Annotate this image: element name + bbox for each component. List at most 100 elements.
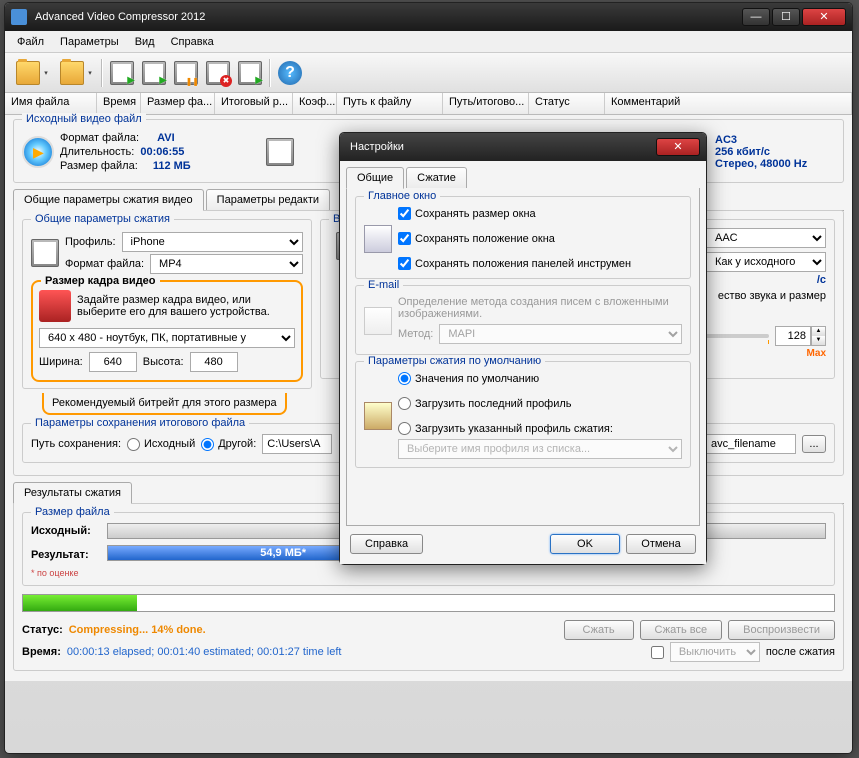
help-button[interactable]: ?: [275, 58, 305, 88]
video-stream-icon: [266, 138, 294, 166]
check-save-size[interactable]: Сохранять размер окна: [398, 207, 631, 220]
defaults-group: Параметры сжатия по умолчанию Значения п…: [355, 361, 691, 468]
col-final[interactable]: Итоговый р...: [215, 93, 293, 114]
col-path[interactable]: Путь к файлу: [337, 93, 443, 114]
main-titlebar[interactable]: Advanced Video Compressor 2012 — ☐ ✕: [5, 3, 852, 31]
modal-cancel-button[interactable]: Отмена: [626, 534, 696, 554]
radio-other[interactable]: Другой:: [201, 438, 256, 451]
profile-name-select: Выберите имя профиля из списка...: [398, 439, 682, 459]
audio-bitrate-input[interactable]: [775, 326, 811, 346]
toolbar-separator: [101, 59, 103, 87]
tab-edit[interactable]: Параметры редакти: [206, 189, 330, 210]
col-comment[interactable]: Комментарий: [605, 93, 852, 114]
app-title: Advanced Video Compressor 2012: [31, 11, 740, 23]
modal-titlebar[interactable]: Настройки ✕: [340, 133, 706, 161]
time-label: Время:: [22, 646, 61, 658]
output-suffix-input[interactable]: [706, 434, 796, 454]
general-params-group: Общие параметры сжатия Профиль: iPhone Ф…: [22, 219, 312, 389]
output-group-title: Параметры сохранения итогового файла: [31, 417, 249, 429]
modal-tab-general[interactable]: Общие: [346, 167, 404, 189]
col-ratio[interactable]: Коэф...: [293, 93, 337, 114]
audio-rate-select[interactable]: Как у исходного: [706, 252, 826, 272]
settings-dialog: Настройки ✕ Общие Сжатие Главное окно Со…: [339, 132, 707, 565]
frame-size-group: Размер кадра видео Задайте размер кадра …: [31, 280, 303, 382]
radio-source[interactable]: Исходный: [127, 438, 195, 451]
col-outpath[interactable]: Путь/итогово...: [443, 93, 529, 114]
modal-body: Общие Сжатие Главное окно Сохранять разм…: [340, 161, 706, 564]
open-file-button[interactable]: [11, 58, 53, 88]
check-save-toolbar[interactable]: Сохранять положения панелей инструмен: [398, 257, 631, 270]
film-play-icon: [238, 61, 262, 85]
maximize-button[interactable]: ☐: [772, 8, 800, 26]
tab-compress[interactable]: Общие параметры сжатия видео: [13, 189, 204, 211]
profile-select[interactable]: iPhone: [122, 232, 303, 252]
output-format-select[interactable]: MP4: [150, 254, 303, 274]
modal-ok-button[interactable]: OK: [550, 534, 620, 554]
size-value: 112 МБ: [153, 160, 191, 172]
time-text: 00:00:13 elapsed; 00:01:40 estimated; 00…: [67, 646, 342, 658]
radio-defaults[interactable]: Значения по умолчанию: [398, 372, 682, 385]
col-filename[interactable]: Имя файла: [5, 93, 97, 114]
size-label: Размер файла:: [60, 160, 138, 172]
radio-last-profile[interactable]: Загрузить последний профиль: [398, 397, 682, 410]
result-size-value: 54,9 МБ*: [260, 547, 306, 559]
menu-help[interactable]: Справка: [163, 34, 222, 50]
result-size-label: Результат:: [31, 549, 101, 561]
estimate-note: * по оценке: [31, 568, 78, 578]
close-button[interactable]: ✕: [802, 8, 846, 26]
folder-icon: [16, 61, 40, 85]
media-icon: [22, 136, 54, 168]
open-folder-button[interactable]: [55, 58, 97, 88]
audio-bitrate-spinner[interactable]: ▲▼: [775, 326, 826, 346]
width-input[interactable]: [89, 352, 137, 372]
source-group-title: Исходный видео файл: [22, 113, 146, 125]
format-label: Формат файла:: [65, 258, 144, 270]
minimize-button[interactable]: —: [742, 8, 770, 26]
compress-button[interactable]: [107, 58, 137, 88]
modal-close-button[interactable]: ✕: [656, 138, 700, 156]
duration-label: Длительность:: [60, 146, 134, 158]
stop-button[interactable]: [203, 58, 233, 88]
output-path-input[interactable]: [262, 434, 332, 454]
col-status[interactable]: Статус: [529, 93, 605, 114]
height-label: Высота:: [143, 356, 184, 368]
spin-down[interactable]: ▼: [812, 336, 825, 345]
radio-specific-profile[interactable]: Загрузить указанный профиль сжатия:: [398, 422, 682, 435]
audio-codec: AC3: [715, 134, 835, 146]
play-action[interactable]: Воспроизвести: [728, 620, 835, 640]
compress-action[interactable]: Сжать: [564, 620, 634, 640]
file-list-header: Имя файла Время Размер фа... Итоговый р.…: [5, 93, 852, 115]
compress-all-action[interactable]: Сжать все: [640, 620, 723, 640]
source-size-label: Исходный:: [31, 525, 101, 537]
audio-bitrate: 256 кбит/с: [715, 146, 835, 158]
shutdown-check[interactable]: [651, 646, 664, 659]
menu-params[interactable]: Параметры: [52, 34, 127, 50]
film-play-icon: [142, 61, 166, 85]
frame-preset-select[interactable]: 640 x 480 - ноутбук, ПК, портативные у: [39, 328, 295, 348]
modal-help-button[interactable]: Справка: [350, 534, 423, 554]
col-time[interactable]: Время: [97, 93, 141, 114]
window-icon: [364, 225, 392, 253]
col-size[interactable]: Размер фа...: [141, 93, 215, 114]
pause-button[interactable]: [171, 58, 201, 88]
modal-footer: Справка OK Отмена: [346, 526, 700, 558]
status-label: Статус:: [22, 624, 63, 636]
shutdown-select[interactable]: Выключить: [670, 642, 760, 662]
tab-results[interactable]: Результаты сжатия: [13, 482, 132, 504]
general-params-title: Общие параметры сжатия: [31, 213, 174, 225]
modal-tab-compress[interactable]: Сжатие: [406, 167, 467, 188]
menu-view[interactable]: Вид: [127, 34, 163, 50]
browse-button[interactable]: ...: [802, 435, 826, 453]
audio-codec-select[interactable]: AAC: [706, 228, 826, 248]
height-input[interactable]: [190, 352, 238, 372]
profile-icon: [31, 239, 59, 267]
check-save-pos[interactable]: Сохранять положение окна: [398, 232, 631, 245]
play-button[interactable]: [235, 58, 265, 88]
menu-file[interactable]: Файл: [9, 34, 52, 50]
app-icon: [11, 9, 27, 25]
spin-up[interactable]: ▲: [812, 327, 825, 336]
compress-all-button[interactable]: [139, 58, 169, 88]
email-method-label: Метод:: [398, 328, 433, 340]
profile-doc-icon: [364, 402, 392, 430]
modal-tabs: Общие Сжатие: [346, 167, 700, 189]
